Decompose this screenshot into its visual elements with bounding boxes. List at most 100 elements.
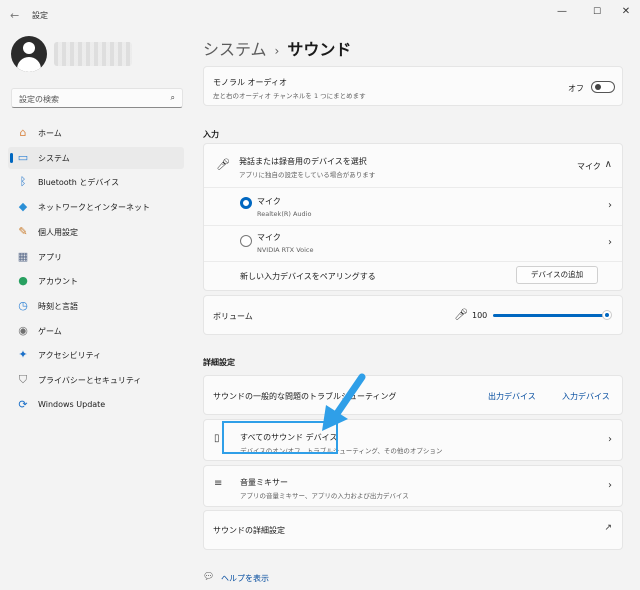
volume-slider-track[interactable] — [493, 314, 607, 317]
input-select-subtitle: アプリに独自の設定をしている場合があります — [239, 171, 376, 179]
maximize-button[interactable]: ☐ — [590, 7, 604, 17]
annotation-arrow-icon — [322, 373, 366, 431]
volume-slider-thumb[interactable] — [602, 310, 612, 320]
window-title: 設定 — [32, 11, 48, 20]
sidebar-item-1[interactable]: ⌂ ホーム — [8, 122, 184, 144]
device-2-name: マイク — [257, 233, 281, 242]
sidebar-item-label: プライバシーとセキュリティ — [38, 376, 142, 385]
sidebar-item-10[interactable]: ✦ アクセシビリティ — [8, 344, 184, 366]
volume-mixer-title: 音量ミキサー — [240, 478, 288, 487]
volume-card: ボリューム 🎤︎ 100 — [203, 295, 623, 335]
sidebar-item-label: アクセシビリティ — [38, 351, 102, 361]
bluetooth-icon: ᛒ — [19, 175, 27, 189]
input-devices-link[interactable]: 入力デバイス — [562, 391, 610, 402]
avatar-body-shape — [17, 57, 41, 72]
chevron-right-icon[interactable]: › — [608, 200, 612, 211]
sidebar-item-label: ネットワークとインターネット — [38, 203, 150, 213]
sidebar-item-label: Bluetooth とデバイス — [38, 178, 120, 188]
mono-audio-toggle-label: オフ — [568, 84, 584, 93]
more-sound-settings-card[interactable]: サウンドの詳細設定 ↗ — [203, 510, 623, 550]
accessibility-icon: ✦ — [18, 348, 28, 362]
chevron-up-icon[interactable]: ∧ — [605, 159, 612, 170]
apps-icon: ▦ — [17, 249, 29, 263]
volume-mixer-subtitle: アプリの音量ミキサー、アプリの入力および出力デバイス — [240, 492, 409, 500]
breadcrumb-parent[interactable]: システム — [203, 40, 267, 59]
sidebar-item-8[interactable]: ◷ 時刻と言語 — [8, 295, 184, 317]
mono-audio-card: モノラル オーディオ 左と右のオーディオ チャンネルを 1 つにまとめます オフ — [203, 66, 623, 106]
device-1-radio[interactable] — [240, 197, 252, 209]
sidebar-item-11[interactable]: ⛉ プライバシーとセキュリティ — [8, 369, 184, 391]
sidebar-item-12[interactable]: ⟳ Windows Update — [8, 394, 184, 416]
add-device-button[interactable]: デバイスの追加 — [516, 266, 598, 284]
toggle-knob — [595, 84, 601, 90]
input-device-card: 🎤︎ 発話または録音用のデバイスを選択 アプリに独自の設定をしている場合がありま… — [203, 143, 623, 291]
sidebar-item-3[interactable]: ᛒ Bluetooth とデバイス — [8, 171, 184, 193]
minimize-button[interactable]: — — [555, 6, 569, 17]
volume-label: ボリューム — [213, 312, 253, 321]
breadcrumb-separator-icon: › — [274, 44, 280, 58]
input-device-option-1[interactable]: マイク Realtek(R) Audio › — [204, 188, 622, 224]
account-icon: ● — [18, 274, 28, 288]
device-2-radio[interactable] — [240, 235, 252, 247]
input-select-value: マイク — [577, 162, 601, 171]
sidebar-item-label: ホーム — [38, 129, 62, 138]
sidebar-item-label: ゲーム — [38, 326, 62, 336]
search-input[interactable]: 設定の検索 ⌕ — [11, 88, 183, 108]
avatar-head-shape — [23, 42, 35, 54]
chevron-right-icon[interactable]: › — [608, 480, 612, 491]
mono-audio-title: モノラル オーディオ — [213, 78, 287, 87]
sidebar-item-6[interactable]: ▦ アプリ — [8, 246, 184, 268]
update-icon: ⟳ — [18, 397, 28, 411]
external-link-icon[interactable]: ↗ — [604, 523, 612, 533]
sidebar-item-7[interactable]: ● アカウント — [8, 270, 184, 292]
sidebar-item-label: アカウント — [38, 277, 78, 287]
avatar[interactable] — [11, 36, 47, 72]
home-icon: ⌂ — [19, 126, 27, 139]
sidebar-item-label: システム — [38, 153, 70, 163]
microphone-icon: 🎤︎ — [216, 158, 230, 171]
microphone-icon: 🎤︎ — [454, 308, 468, 321]
page-title: サウンド — [287, 40, 352, 59]
shield-icon: ⛉ — [18, 373, 28, 386]
search-placeholder: 設定の検索 — [19, 95, 59, 104]
more-sound-settings-label: サウンドの詳細設定 — [213, 526, 285, 535]
input-section-heading: 入力 — [203, 130, 219, 139]
system-icon: ▭ — [17, 150, 29, 164]
pair-input-device-label: 新しい入力デバイスをペアリングする — [240, 272, 376, 281]
sidebar-item-9[interactable]: ◉ ゲーム — [8, 320, 184, 342]
title-bar: ← 設定 — ☐ ✕ — [0, 0, 640, 30]
breadcrumb: システム › サウンド — [203, 36, 351, 60]
time-language-icon: ◷ — [18, 298, 28, 312]
input-device-select-row[interactable]: 🎤︎ 発話または録音用のデバイスを選択 アプリに独自の設定をしている場合がありま… — [204, 144, 622, 186]
device-2-desc: NVIDIA RTX Voice — [257, 246, 314, 254]
sidebar-item-label: 個人用設定 — [38, 227, 78, 237]
sidebar-item-label: Windows Update — [38, 399, 106, 409]
chevron-right-icon[interactable]: › — [608, 434, 612, 445]
close-button[interactable]: ✕ — [619, 6, 633, 17]
divider — [204, 261, 622, 262]
mixer-icon: ≡ — [214, 478, 223, 489]
active-indicator — [10, 152, 13, 163]
sidebar-item-label: アプリ — [38, 252, 62, 262]
mono-audio-subtitle: 左と右のオーディオ チャンネルを 1 つにまとめます — [213, 92, 366, 100]
input-device-option-2[interactable]: マイク NVIDIA RTX Voice › — [204, 226, 622, 260]
volume-mixer-card[interactable]: ≡ 音量ミキサー アプリの音量ミキサー、アプリの入力および出力デバイス › — [203, 465, 623, 507]
device-1-desc: Realtek(R) Audio — [257, 210, 312, 218]
user-name-blurred — [54, 42, 132, 66]
mono-audio-toggle[interactable] — [591, 81, 615, 93]
sidebar-item-5[interactable]: ✎ 個人用設定 — [8, 221, 184, 243]
wifi-icon: ◆ — [18, 200, 28, 214]
chevron-right-icon[interactable]: › — [608, 237, 612, 248]
input-select-title: 発話または録音用のデバイスを選択 — [239, 157, 367, 166]
output-devices-link[interactable]: 出力デバイス — [488, 391, 536, 402]
help-link[interactable]: ヘルプを表示 — [221, 573, 269, 584]
sidebar-item-label: 時刻と言語 — [38, 301, 78, 311]
search-icon[interactable]: ⌕ — [171, 93, 175, 103]
back-arrow-icon[interactable]: ← — [10, 9, 19, 22]
brush-icon: ✎ — [18, 224, 28, 238]
device-1-name: マイク — [257, 197, 281, 206]
speaker-device-icon: ▯ — [214, 433, 220, 444]
game-icon: ◉ — [18, 323, 28, 337]
sidebar-item-2[interactable]: ▭ システム — [8, 146, 184, 169]
sidebar-item-4[interactable]: ◆ ネットワークとインターネット — [8, 196, 184, 218]
